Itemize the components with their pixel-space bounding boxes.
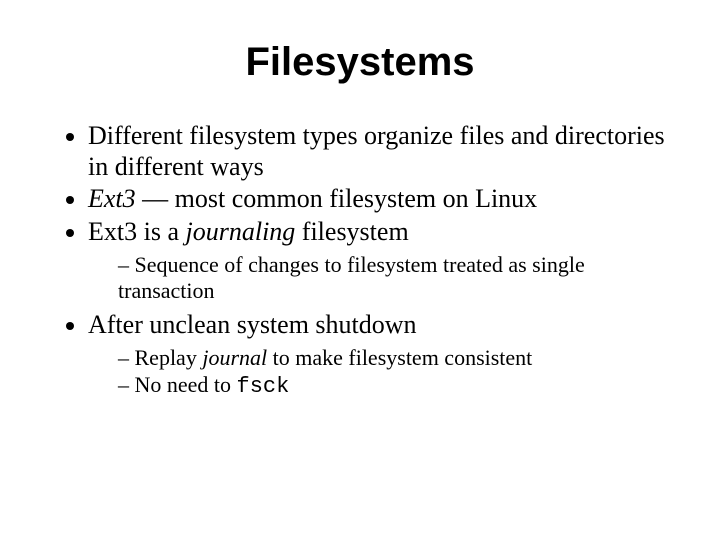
bullet-4-text: After unclean system shutdown [88, 310, 417, 339]
sub-3-1-text: Sequence of changes to filesystem treate… [118, 252, 585, 303]
bullet-2-rest: — most common filesystem on Linux [136, 184, 538, 213]
sublist-4: Replay journal to make filesystem consis… [88, 345, 670, 400]
bullet-3-em: journaling [186, 217, 296, 246]
bullet-1-text: Different filesystem types organize file… [88, 121, 665, 181]
slide: Filesystems Different filesystem types o… [0, 0, 720, 540]
sub-3-1: Sequence of changes to filesystem treate… [118, 252, 670, 305]
slide-title: Filesystems [50, 40, 670, 85]
bullet-4: After unclean system shutdown Replay jou… [88, 310, 670, 399]
bullet-3-a: Ext3 is a [88, 217, 186, 246]
sub-4-1: Replay journal to make filesystem consis… [118, 345, 670, 371]
bullet-1: Different filesystem types organize file… [88, 121, 670, 182]
sub-4-2: No need to fsck [118, 372, 670, 400]
sub-4-2-code: fsck [237, 374, 290, 399]
bullet-3-b: filesystem [295, 217, 408, 246]
bullet-2: Ext3 — most common filesystem on Linux [88, 184, 670, 215]
bullet-list: Different filesystem types organize file… [50, 121, 670, 400]
sub-4-1-em: journal [202, 345, 267, 370]
sublist-3: Sequence of changes to filesystem treate… [88, 252, 670, 305]
bullet-3: Ext3 is a journaling filesystem Sequence… [88, 217, 670, 304]
sub-4-1-a: Replay [135, 345, 203, 370]
sub-4-1-b: to make filesystem consistent [267, 345, 532, 370]
bullet-2-em: Ext3 [88, 184, 136, 213]
sub-4-2-a: No need to [135, 372, 237, 397]
